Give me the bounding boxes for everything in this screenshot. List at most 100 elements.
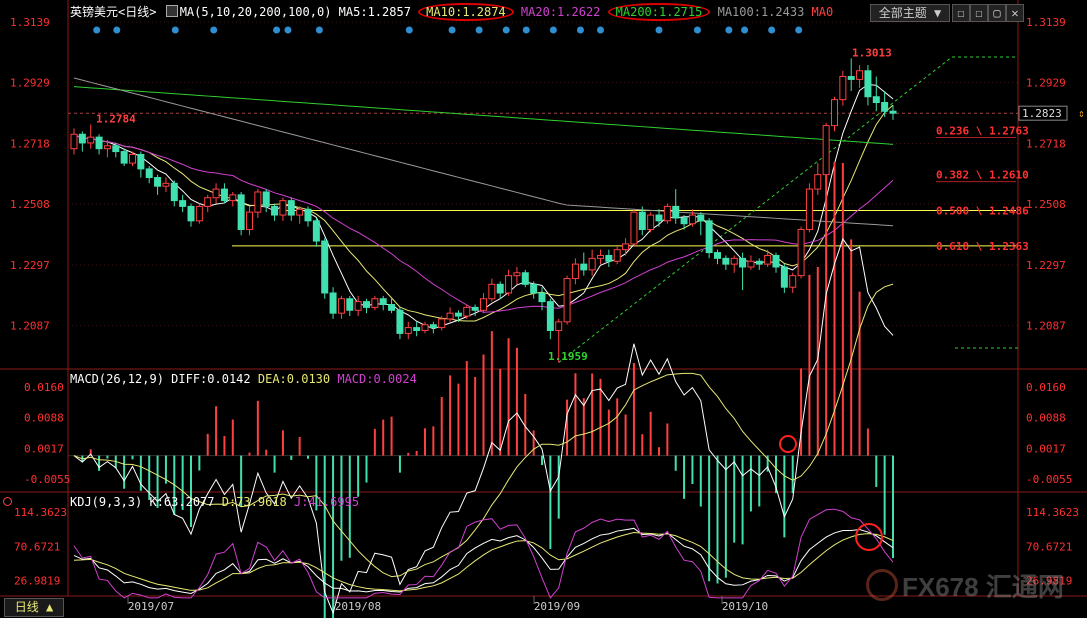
candle-body xyxy=(722,257,730,265)
fib-label: 0.236 \ 1.2763 xyxy=(936,125,1029,138)
candle-body xyxy=(187,205,195,222)
macd-tick-label-left: -0.0055 xyxy=(24,473,70,486)
candle-body xyxy=(647,214,655,230)
candle-body xyxy=(137,153,145,170)
theme-dropdown-label: 全部主题 xyxy=(878,6,927,20)
candle-body xyxy=(195,205,203,222)
candle-body xyxy=(103,145,111,150)
kdj-tick-label-right: 114.3623 xyxy=(1026,506,1079,519)
candle-body xyxy=(697,214,705,222)
candle-body xyxy=(597,254,604,259)
candle-body xyxy=(613,249,621,262)
ma100-value: MA100:1.2433 xyxy=(717,5,805,19)
current-price-label: 1.2823 xyxy=(1022,107,1062,120)
candle-body xyxy=(421,324,429,331)
y-tick-label-left: 1.3139 xyxy=(10,16,50,29)
kdj-settings-icon[interactable] xyxy=(3,497,12,506)
y-tick-label-right: 1.2929 xyxy=(1026,77,1066,90)
candle-body xyxy=(354,301,362,311)
ma20-value: MA20:1.2622 xyxy=(520,5,601,19)
watermark-logo-icon xyxy=(866,569,898,601)
candle-body xyxy=(220,188,228,202)
kdj-tick-label-left: 114.3623 xyxy=(14,506,67,519)
candle-body xyxy=(571,263,579,280)
candle-body xyxy=(70,133,78,150)
theme-dropdown[interactable]: 全部主题 ▼ xyxy=(870,4,950,22)
candle-body xyxy=(480,298,487,311)
toolbar-icon-2[interactable]: ☐ xyxy=(970,4,988,22)
candle-body xyxy=(605,254,613,262)
candle-body xyxy=(446,312,454,320)
ma-params: MA(5,10,20,200,100,0) xyxy=(179,5,332,19)
ma100-line xyxy=(73,77,894,227)
macd-tick-label-left: 0.0017 xyxy=(24,442,64,455)
period-button[interactable]: 日线 ▲ xyxy=(4,598,64,617)
candle-body xyxy=(112,145,120,153)
close-icon[interactable]: ✕ xyxy=(1006,4,1024,22)
kdj-tick-label-left: 70.6721 xyxy=(14,540,60,553)
event-dot-icon xyxy=(768,26,776,34)
candle-body xyxy=(129,153,136,164)
candle-body xyxy=(95,136,103,150)
candle-body xyxy=(321,240,329,294)
kdj-d-line xyxy=(73,532,894,592)
period-tag: <日线> xyxy=(118,5,157,19)
maximize-icon[interactable]: ▢ xyxy=(988,4,1006,22)
ma200-line xyxy=(73,86,894,145)
candle-body xyxy=(304,208,312,222)
kdj-header: KDJ(9,3,3) K:63.2077 D:73.9618 J:41.6995 xyxy=(70,495,359,509)
candle-body xyxy=(463,306,471,317)
fib-label: 0.382 \ 1.2610 xyxy=(936,169,1029,182)
candle-body xyxy=(580,263,588,271)
candle-body xyxy=(287,200,295,216)
candle-body xyxy=(396,309,404,334)
candle-body xyxy=(831,99,838,127)
event-dot-icon xyxy=(597,26,604,34)
event-dot-icon xyxy=(93,26,101,34)
event-dot-icon xyxy=(576,26,584,34)
high-label: 1.3013 xyxy=(852,46,892,59)
candle-body xyxy=(162,182,170,187)
candle-body xyxy=(145,168,153,179)
period-button-label: 日线 xyxy=(14,600,39,614)
candle-body xyxy=(329,292,337,314)
event-dot-icon xyxy=(210,26,218,34)
candle-body xyxy=(388,304,396,311)
x-tick-label: 2019/09 xyxy=(534,600,580,613)
event-dot-icon xyxy=(315,26,323,34)
candle-body xyxy=(847,76,855,80)
x-tick-label: 2019/08 xyxy=(335,600,381,613)
event-dot-icon xyxy=(502,26,510,34)
candle-body xyxy=(805,188,813,230)
candle-body xyxy=(120,151,128,164)
event-dot-icon xyxy=(741,26,749,34)
candle-body xyxy=(730,257,738,265)
ma5-value: MA5:1.2857 xyxy=(338,5,411,19)
event-dot-icon xyxy=(475,26,483,34)
candle-body xyxy=(212,188,220,199)
event-dot-icon xyxy=(448,26,456,34)
macd-header: MACD(26,12,9) DIFF:0.0142 DEA:0.0130 MAC… xyxy=(70,372,417,386)
macd-diff: DIFF:0.0142 xyxy=(171,372,251,386)
candle-body xyxy=(87,136,95,144)
price-header: 英镑美元<日线> MA(5,10,20,200,100,0) MA5:1.285… xyxy=(70,3,833,21)
candlestick-chart[interactable]: 1.3139 1.3139 1.2929 1.2929 1.2718 1.2718 1.25… xyxy=(0,0,1087,618)
toolbar-icon-1[interactable]: ☐ xyxy=(952,4,970,22)
macd-cross-highlight xyxy=(779,435,797,453)
event-dot-icon xyxy=(549,26,557,34)
candle-body xyxy=(438,318,446,329)
event-dot-icon xyxy=(795,26,803,34)
candle-body xyxy=(588,257,596,271)
candle-body xyxy=(254,191,262,213)
candle-body xyxy=(789,275,797,288)
candle-body xyxy=(797,228,805,277)
candle-body xyxy=(371,298,379,308)
y-tick-label-right: 1.2718 xyxy=(1026,137,1066,150)
watermark: FX678 汇通网 xyxy=(866,567,1064,604)
y-tick-label-right: 1.2087 xyxy=(1026,320,1066,333)
candle-body xyxy=(764,254,772,265)
candle-body xyxy=(839,76,847,101)
price-marker-icon: ⇕ xyxy=(1078,107,1085,120)
candle-body xyxy=(856,70,864,80)
candle-body xyxy=(471,306,479,311)
